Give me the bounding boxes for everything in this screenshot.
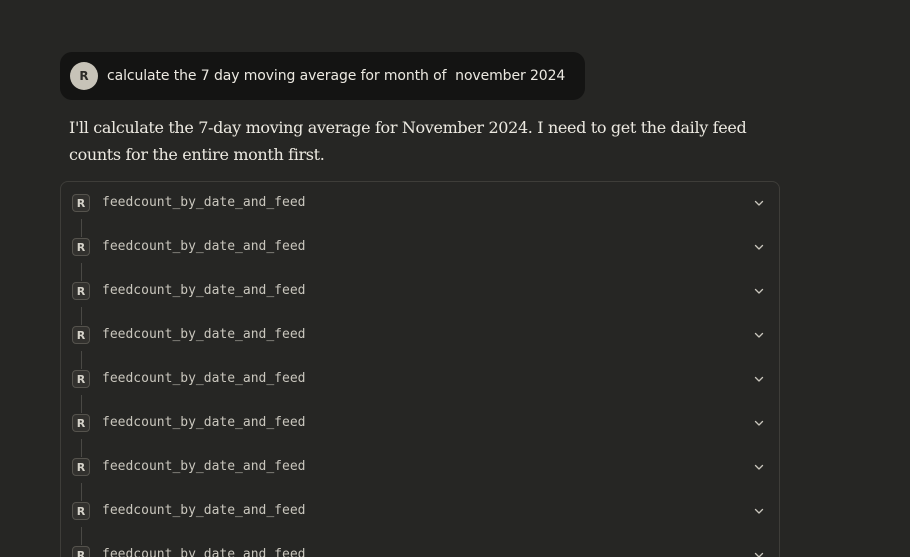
tool-call-row[interactable]: Rfeedcount_by_date_and_feed xyxy=(61,540,779,557)
tool-call-label: feedcount_by_date_and_feed xyxy=(102,459,306,474)
user-avatar: R xyxy=(70,62,98,90)
tool-call-label: feedcount_by_date_and_feed xyxy=(102,327,306,342)
tool-call-row[interactable]: Rfeedcount_by_date_and_feed xyxy=(61,364,779,394)
assistant-message-text: I'll calculate the 7-day moving average … xyxy=(69,118,747,164)
chevron-down-icon[interactable] xyxy=(753,329,765,341)
chevron-down-icon[interactable] xyxy=(753,241,765,253)
tool-call-label: feedcount_by_date_and_feed xyxy=(102,283,306,298)
tool-call-row[interactable]: Rfeedcount_by_date_and_feed xyxy=(61,188,779,218)
user-message-bubble: R calculate the 7 day moving average for… xyxy=(60,52,585,100)
tool-badge-icon: R xyxy=(72,194,90,212)
tool-call-row[interactable]: Rfeedcount_by_date_and_feed xyxy=(61,232,779,262)
chevron-down-icon[interactable] xyxy=(753,461,765,473)
tool-badge-icon: R xyxy=(72,326,90,344)
chevron-down-icon[interactable] xyxy=(753,417,765,429)
tool-call-row[interactable]: Rfeedcount_by_date_and_feed xyxy=(61,452,779,482)
chevron-down-icon[interactable] xyxy=(753,285,765,297)
tool-badge-icon: R xyxy=(72,502,90,520)
tool-call-label: feedcount_by_date_and_feed xyxy=(102,195,306,210)
tool-call-row[interactable]: Rfeedcount_by_date_and_feed xyxy=(61,496,779,526)
chevron-down-icon[interactable] xyxy=(753,373,765,385)
tool-call-label: feedcount_by_date_and_feed xyxy=(102,415,306,430)
tool-badge-icon: R xyxy=(72,546,90,557)
tool-call-label: feedcount_by_date_and_feed xyxy=(102,371,306,386)
chevron-down-icon[interactable] xyxy=(753,549,765,557)
tool-badge-icon: R xyxy=(72,414,90,432)
chevron-down-icon[interactable] xyxy=(753,505,765,517)
tool-badge-icon: R xyxy=(72,370,90,388)
tool-badge-icon: R xyxy=(72,238,90,256)
tool-call-label: feedcount_by_date_and_feed xyxy=(102,239,306,254)
tool-call-label: feedcount_by_date_and_feed xyxy=(102,503,306,518)
tool-call-label: feedcount_by_date_and_feed xyxy=(102,547,306,557)
tool-call-row[interactable]: Rfeedcount_by_date_and_feed xyxy=(61,408,779,438)
tool-call-row[interactable]: Rfeedcount_by_date_and_feed xyxy=(61,276,779,306)
tool-calls-panel: Rfeedcount_by_date_and_feed Rfeedcount_by… xyxy=(60,181,780,557)
tool-call-row[interactable]: Rfeedcount_by_date_and_feed xyxy=(61,320,779,350)
user-message-text: calculate the 7 day moving average for m… xyxy=(107,68,566,84)
chevron-down-icon[interactable] xyxy=(753,197,765,209)
tool-badge-icon: R xyxy=(72,458,90,476)
tool-badge-icon: R xyxy=(72,282,90,300)
